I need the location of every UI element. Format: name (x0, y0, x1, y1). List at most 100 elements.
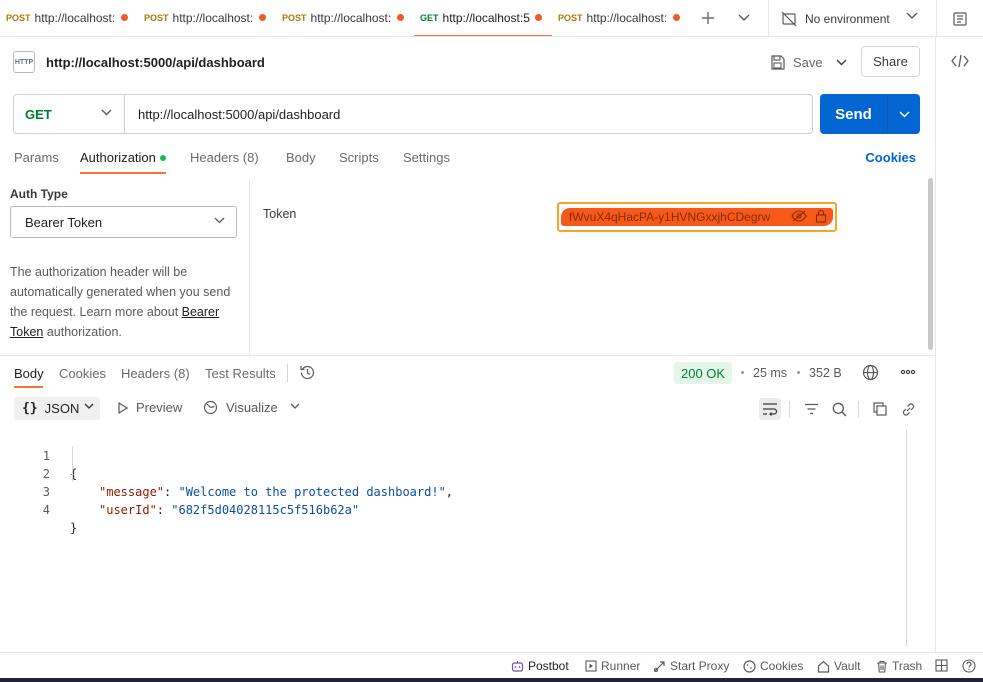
active-tab-indicator (80, 172, 166, 174)
tab-url: http://localhost: (310, 11, 392, 25)
tab-params[interactable]: Params (14, 150, 59, 165)
response-tab-cookies[interactable]: Cookies (59, 366, 106, 381)
cookies-button[interactable]: Cookies (743, 659, 803, 673)
url-input[interactable]: http://localhost:5000/api/dashboard (125, 107, 340, 122)
unsaved-dot (673, 14, 680, 21)
share-button[interactable]: Share (861, 46, 920, 77)
tab-settings[interactable]: Settings (403, 150, 450, 165)
headers-count: (8) (242, 150, 259, 165)
separator-dot (741, 371, 744, 374)
visualize-options-button[interactable] (290, 403, 308, 410)
network-info-button[interactable] (862, 364, 879, 384)
code-line: 4 } (0, 483, 77, 535)
copy-button[interactable] (869, 398, 891, 420)
chevron-down-icon (214, 217, 225, 224)
chevron-down-icon (906, 12, 918, 19)
preview-label: Preview (136, 400, 183, 415)
wrap-lines-button[interactable] (759, 398, 781, 420)
format-select[interactable]: {} JSON (14, 397, 100, 420)
chevron-down-icon (738, 14, 750, 21)
code-text: "userId": "682f5d04028115c5f516b62a" (99, 503, 360, 517)
tab-url: http://localhost: (586, 11, 668, 25)
send-button-group: Send (820, 94, 920, 134)
environment-label: No environment (805, 11, 890, 26)
editor-scrollbar[interactable] (906, 430, 907, 646)
save-button[interactable]: Save (770, 49, 823, 75)
postman-window: POST http://localhost: POST http://local… (0, 0, 983, 682)
chevron-down-icon (836, 59, 846, 65)
request-name[interactable]: http://localhost:5000/api/dashboard (46, 55, 265, 70)
json-value: "Welcome to the protected dashboard!" (178, 485, 446, 499)
tab-method: GET (420, 13, 439, 23)
filter-button[interactable] (800, 398, 822, 420)
tab-authorization[interactable]: Authorization (80, 150, 166, 165)
search-button[interactable] (828, 398, 850, 420)
send-button[interactable]: Send (820, 106, 887, 123)
response-divider[interactable] (0, 355, 935, 356)
tab-url: http://localhost: (34, 11, 116, 25)
request-tab-active[interactable]: GET http://localhost:5 (414, 0, 552, 36)
code-text: } (70, 521, 78, 535)
eye-off-icon[interactable] (791, 210, 807, 222)
wrap-text-icon (763, 403, 778, 416)
code-snippet-button[interactable] (951, 54, 969, 71)
trash-button[interactable]: Trash (876, 659, 922, 673)
request-tab[interactable]: POST http://localhost: (552, 0, 690, 36)
vault-button[interactable]: Vault (817, 659, 860, 673)
tab-method: POST (144, 13, 169, 23)
send-options-button[interactable] (888, 110, 920, 118)
link-icon (902, 402, 914, 416)
tab-scripts[interactable]: Scripts (339, 150, 379, 165)
help-button[interactable] (962, 659, 980, 673)
status-badge[interactable]: 200 OK (674, 362, 733, 384)
cookie-icon (743, 659, 756, 673)
new-tab-button[interactable] (690, 0, 726, 36)
auth-type-select[interactable]: Bearer Token (10, 206, 237, 238)
tab-method: POST (558, 13, 583, 23)
history-button[interactable] (299, 364, 316, 384)
vault-lock-icon[interactable] (815, 209, 827, 223)
method-select[interactable]: GET (14, 95, 125, 133)
start-proxy-button[interactable]: Start Proxy (653, 659, 729, 673)
postbot-button[interactable]: Postbot (511, 659, 569, 673)
visualize-icon (203, 400, 218, 415)
tab-headers[interactable]: Headers (8) (190, 150, 259, 165)
visualize-button[interactable]: Visualize (203, 400, 278, 415)
response-tab-headers[interactable]: Headers (8) (121, 366, 190, 381)
copy-link-button[interactable] (897, 398, 919, 420)
trash-icon (877, 660, 887, 673)
chevron-down-icon (84, 403, 94, 409)
layout-toggle-button[interactable] (935, 659, 952, 672)
postbot-icon (511, 660, 524, 672)
runner-button[interactable]: Runner (585, 659, 640, 673)
response-size[interactable]: 352 B (809, 366, 842, 380)
response-body-editor[interactable]: 1 { 2 "message": "Welcome to the protect… (0, 428, 906, 646)
environment-quick-look-button[interactable] (936, 0, 983, 37)
preview-button[interactable]: Preview (118, 400, 182, 415)
postbot-label: Postbot (528, 659, 569, 673)
response-time[interactable]: 25 ms (753, 366, 787, 380)
request-tab[interactable]: POST http://localhost: (0, 0, 138, 36)
environment-selector[interactable]: No environment (768, 0, 932, 37)
tab-headers-label: Headers (190, 150, 240, 165)
response-tab-test-results[interactable]: Test Results (205, 366, 276, 381)
code-icon (951, 54, 969, 68)
separator-dot (797, 371, 800, 374)
json-value: "682f5d04028115c5f516b62a" (171, 503, 360, 517)
json-key: "message" (99, 485, 165, 499)
unsaved-dot (259, 14, 266, 21)
cookies-link[interactable]: Cookies (865, 150, 916, 165)
request-tab[interactable]: POST http://localhost: (276, 0, 414, 36)
response-tab-body[interactable]: Body (14, 366, 44, 381)
tab-overflow-button[interactable] (726, 0, 762, 36)
request-scrollbar[interactable] (928, 178, 933, 350)
copy-icon (873, 402, 887, 416)
tab-body[interactable]: Body (286, 150, 316, 165)
token-input[interactable]: fWvuX4qHacPA-y1HVNGxxjhCDegrw (557, 202, 837, 232)
more-options-button[interactable] (900, 364, 916, 383)
save-options-button[interactable] (830, 49, 852, 75)
code-line: 2 "message": "Welcome to the protected d… (0, 447, 453, 499)
request-tab[interactable]: POST http://localhost: (138, 0, 276, 36)
code-text: "message": "Welcome to the protected das… (99, 485, 454, 499)
http-icon: HTTP (13, 51, 35, 73)
